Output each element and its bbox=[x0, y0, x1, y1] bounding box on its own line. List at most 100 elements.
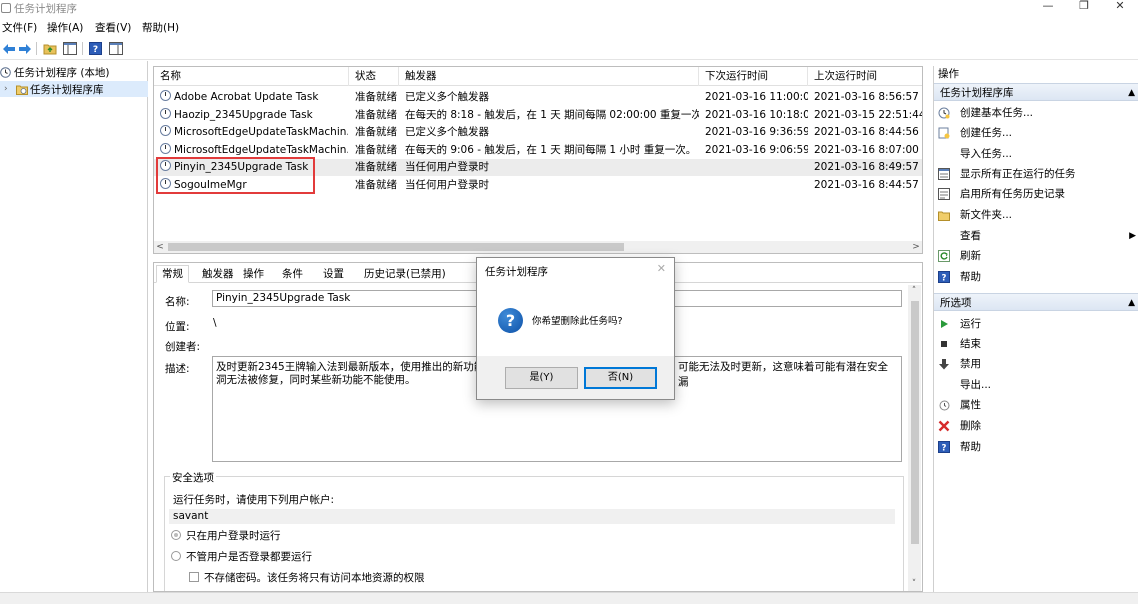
action-help-selected[interactable]: ? 帮助 bbox=[938, 438, 1138, 456]
scrollbar-thumb[interactable] bbox=[911, 301, 919, 544]
dialog-title: 任务计划程序 bbox=[485, 266, 548, 278]
running-tasks-icon bbox=[938, 168, 950, 180]
action-show-running[interactable]: 显示所有正在运行的任务 bbox=[938, 165, 1138, 183]
menu-file[interactable]: 文件(F) bbox=[2, 20, 37, 35]
vertical-scrollbar[interactable]: ˄ ˅ bbox=[908, 285, 921, 591]
properties-icon bbox=[938, 399, 950, 411]
refresh-icon bbox=[938, 250, 950, 262]
action-export[interactable]: 导出... bbox=[938, 376, 1138, 394]
column-next-run[interactable]: 下次运行时间 bbox=[699, 67, 808, 86]
minimize-button[interactable]: — bbox=[1030, 0, 1066, 14]
task-icon bbox=[160, 143, 171, 154]
tab-history[interactable]: 历史记录(已禁用) bbox=[358, 265, 452, 283]
scroll-up-icon[interactable]: ˄ bbox=[908, 285, 920, 297]
action-refresh[interactable]: 刷新 bbox=[938, 247, 1138, 265]
create-basic-task-icon bbox=[938, 107, 950, 119]
history-icon bbox=[938, 188, 950, 200]
folder-up-icon[interactable] bbox=[41, 40, 58, 57]
table-row[interactable]: Haozip_2345Upgrade Task 准备就绪 在每天的 8:18 -… bbox=[154, 107, 922, 124]
console-tree: 任务计划程序 (本地) › 任务计划程序库 bbox=[0, 61, 148, 592]
location-value: \ bbox=[213, 317, 217, 329]
show-hide-console-tree-icon[interactable] bbox=[61, 40, 78, 57]
collapse-icon[interactable]: ▲ bbox=[1128, 294, 1135, 312]
window-title: 任务计划程序 bbox=[14, 3, 77, 15]
column-last-run[interactable]: 上次运行时间 bbox=[808, 67, 922, 86]
highlight-box bbox=[156, 157, 315, 194]
action-end[interactable]: 结束 bbox=[938, 335, 1138, 353]
author-label: 创建者: bbox=[165, 341, 201, 353]
table-row[interactable]: MicrosoftEdgeUpdateTaskMachin... 准备就绪 已定… bbox=[154, 124, 922, 141]
security-options-group: 安全选项 运行任务时，请使用下列用户帐户: savant 只在用户登录时运行 不… bbox=[164, 470, 904, 591]
column-trigger[interactable]: 触发器 bbox=[399, 67, 699, 86]
delete-confirm-dialog: 任务计划程序 ✕ ? 你希望删除此任务吗? 是(Y) 否(N) bbox=[476, 257, 675, 400]
close-button[interactable]: ✕ bbox=[1102, 0, 1138, 14]
menu-view[interactable]: 查看(V) bbox=[95, 20, 131, 35]
menu-action[interactable]: 操作(A) bbox=[47, 20, 83, 35]
task-icon bbox=[160, 125, 171, 136]
action-new-folder[interactable]: 新文件夹... bbox=[938, 206, 1138, 224]
folder-icon bbox=[938, 209, 950, 221]
action-view[interactable]: 查看 ▶ bbox=[938, 227, 1138, 245]
status-bar bbox=[0, 592, 1138, 604]
actions-header: 操作 bbox=[938, 68, 959, 80]
tab-conditions[interactable]: 条件 bbox=[276, 265, 309, 283]
checkbox-icon[interactable] bbox=[189, 572, 199, 582]
action-help[interactable]: ? 帮助 bbox=[938, 268, 1138, 286]
submenu-arrow-icon: ▶ bbox=[1129, 231, 1136, 241]
option-run-whether-logged-on[interactable]: 不管用户是否登录都要运行 bbox=[171, 549, 312, 564]
description-label: 描述: bbox=[165, 363, 190, 375]
actions-pane: 操作 任务计划程序库 ▲ 创建基本任务... 创建任务... 导入任务... 显… bbox=[933, 66, 1138, 592]
action-delete[interactable]: 删除 bbox=[938, 417, 1138, 435]
question-icon: ? bbox=[498, 308, 523, 333]
maximize-button[interactable]: ❐ bbox=[1066, 0, 1102, 14]
option-do-not-store-password[interactable]: 不存储密码。该任务将只有访问本地资源的权限 bbox=[189, 570, 425, 585]
back-arrow-icon[interactable] bbox=[0, 40, 17, 57]
radio-icon[interactable] bbox=[171, 551, 181, 561]
action-create-task[interactable]: 创建任务... bbox=[938, 124, 1138, 142]
horizontal-scrollbar[interactable]: < > bbox=[154, 241, 922, 253]
action-enable-history[interactable]: 启用所有任务历史记录 bbox=[938, 185, 1138, 203]
action-properties[interactable]: 属性 bbox=[938, 396, 1138, 414]
collapse-icon[interactable]: ▲ bbox=[1128, 84, 1135, 102]
radio-icon[interactable] bbox=[171, 530, 181, 540]
column-name[interactable]: 名称 bbox=[154, 67, 349, 86]
tree-root[interactable]: 任务计划程序 (本地) bbox=[0, 64, 148, 80]
tab-triggers[interactable]: 触发器 bbox=[196, 265, 240, 283]
action-import-task[interactable]: 导入任务... bbox=[938, 145, 1138, 163]
run-as-label: 运行任务时，请使用下列用户帐户: bbox=[173, 494, 335, 506]
svg-text:?: ? bbox=[942, 444, 947, 454]
option-run-logged-on[interactable]: 只在用户登录时运行 bbox=[171, 528, 281, 543]
yes-button[interactable]: 是(Y) bbox=[505, 367, 578, 389]
name-label: 名称: bbox=[165, 296, 190, 308]
title-bar: 任务计划程序 — ❐ ✕ bbox=[0, 0, 1138, 17]
help-icon[interactable]: ? bbox=[87, 40, 104, 57]
column-status[interactable]: 状态 bbox=[349, 67, 399, 86]
actions-section-selected[interactable]: 所选项 ▲ bbox=[934, 293, 1138, 311]
tree-item-library[interactable]: › 任务计划程序库 bbox=[0, 81, 148, 97]
clock-icon bbox=[0, 66, 11, 78]
scroll-right-icon[interactable]: > bbox=[910, 241, 922, 253]
show-hide-action-pane-icon[interactable] bbox=[107, 40, 124, 57]
tab-general[interactable]: 常规 bbox=[156, 265, 189, 283]
scroll-left-icon[interactable]: < bbox=[154, 241, 166, 253]
dialog-close-icon[interactable]: ✕ bbox=[657, 262, 666, 275]
table-row[interactable]: Adobe Acrobat Update Task 准备就绪 已定义多个触发器 … bbox=[154, 89, 922, 106]
action-disable[interactable]: 禁用 bbox=[938, 355, 1138, 373]
scroll-down-icon[interactable]: ˅ bbox=[908, 578, 920, 590]
disable-icon bbox=[938, 358, 950, 370]
delete-icon bbox=[938, 420, 950, 432]
tab-settings[interactable]: 设置 bbox=[317, 265, 350, 283]
action-run[interactable]: 运行 bbox=[938, 315, 1138, 333]
no-button[interactable]: 否(N) bbox=[584, 367, 657, 389]
scrollbar-thumb[interactable] bbox=[168, 243, 624, 251]
actions-section-library[interactable]: 任务计划程序库 ▲ bbox=[934, 83, 1138, 101]
task-list-header: 名称 状态 触发器 下次运行时间 上次运行时间 bbox=[154, 67, 922, 86]
action-create-basic-task[interactable]: 创建基本任务... bbox=[938, 104, 1138, 122]
chevron-right-icon[interactable]: › bbox=[4, 84, 12, 94]
menu-help[interactable]: 帮助(H) bbox=[142, 20, 179, 35]
task-icon bbox=[160, 108, 171, 119]
forward-arrow-icon[interactable] bbox=[16, 40, 33, 57]
tree-library-label: 任务计划程序库 bbox=[30, 83, 104, 96]
tab-actions[interactable]: 操作 bbox=[237, 265, 270, 283]
svg-text:?: ? bbox=[942, 274, 947, 284]
